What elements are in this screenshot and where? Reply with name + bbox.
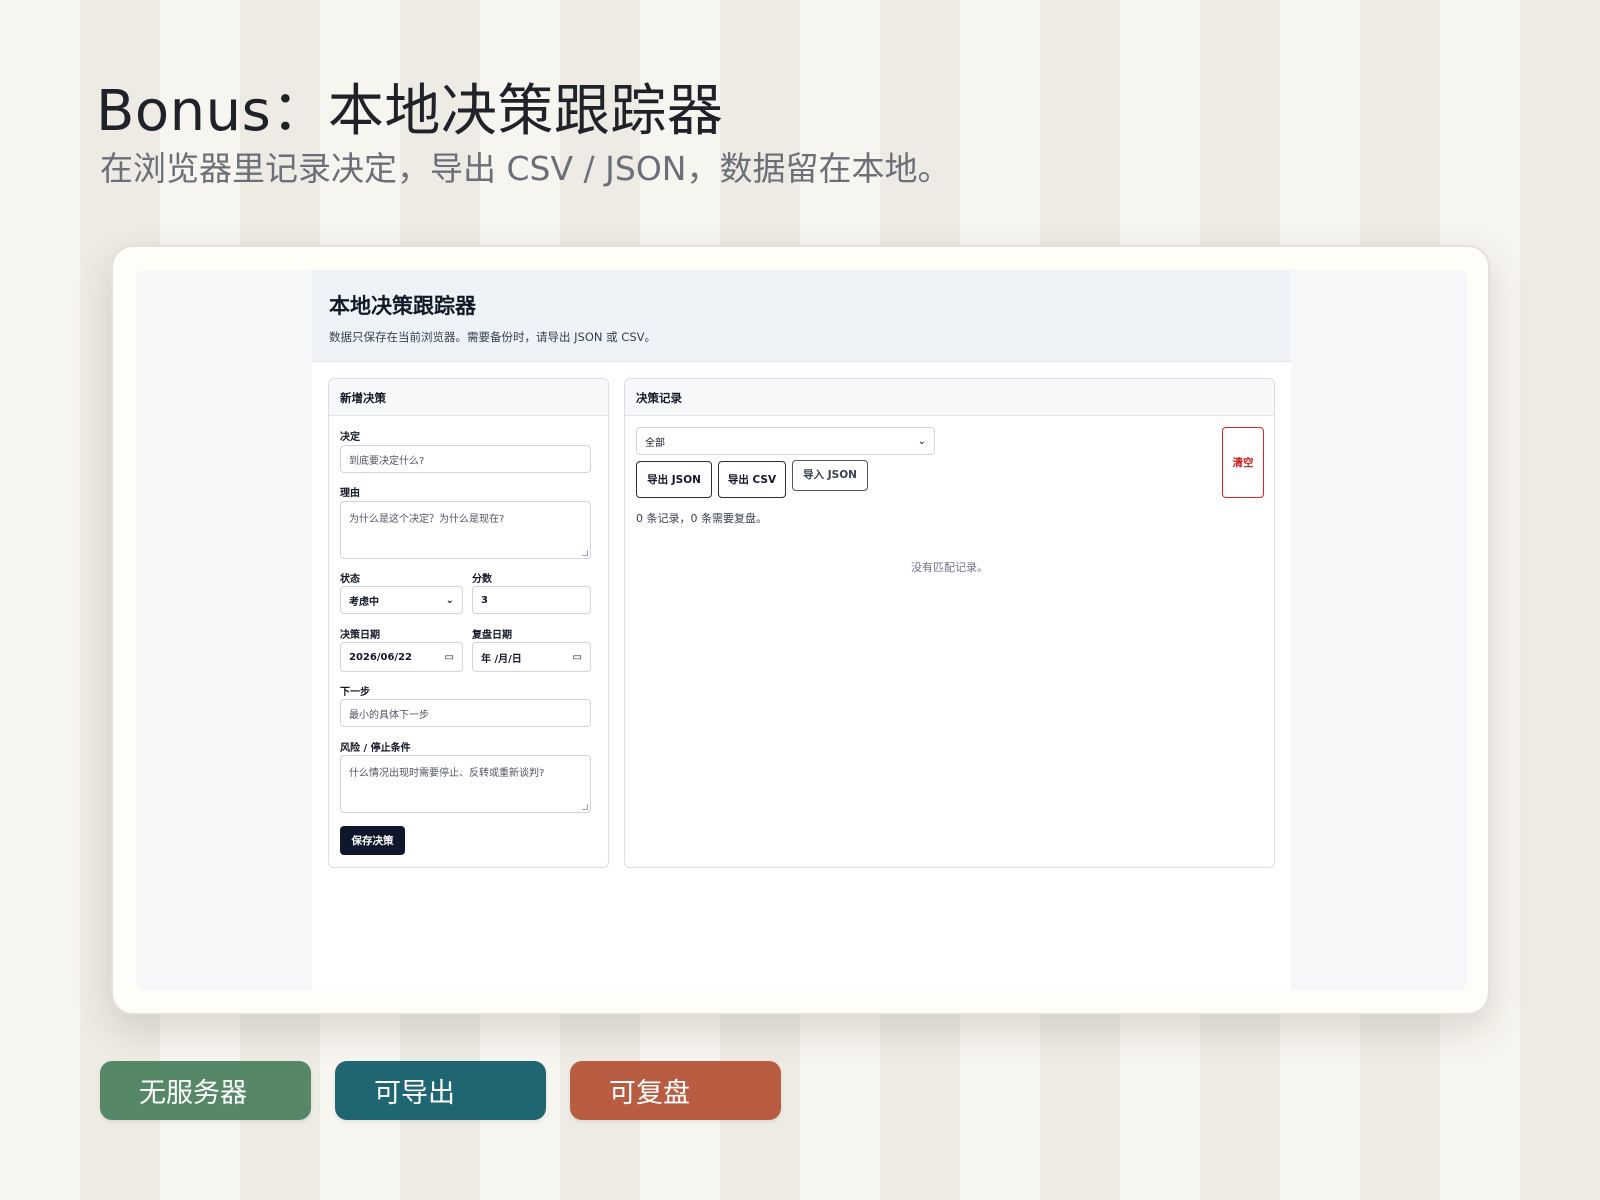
status-label: 状态 bbox=[340, 574, 360, 585]
new-decision-heading: 新增决策 bbox=[329, 379, 608, 416]
score-value: 3 bbox=[481, 594, 488, 606]
export-json-button[interactable]: 导出 JSON bbox=[636, 461, 712, 498]
review-date-value: 年 /月/日 bbox=[481, 653, 522, 665]
next-step-input[interactable]: 最小的具体下一步 bbox=[340, 699, 591, 727]
score-label: 分数 bbox=[472, 574, 492, 585]
chevron-down-icon: ⌄ bbox=[917, 435, 926, 447]
app-header: 本地决策跟踪器 数据只保存在当前浏览器。需要备份时，请导出 JSON 或 CSV… bbox=[312, 270, 1291, 362]
calendar-icon[interactable]: ▭ bbox=[445, 652, 454, 663]
clear-button[interactable]: 清空 bbox=[1222, 427, 1264, 498]
tag-reviewable: 可复盘 bbox=[570, 1061, 781, 1120]
risk-label: 风险 / 停止条件 bbox=[340, 743, 411, 754]
decision-date-label: 决策日期 bbox=[340, 630, 380, 641]
decision-tracker-app: 本地决策跟踪器 数据只保存在当前浏览器。需要备份时，请导出 JSON 或 CSV… bbox=[312, 270, 1291, 990]
resize-handle-icon[interactable] bbox=[582, 804, 588, 810]
reason-label: 理由 bbox=[340, 488, 360, 499]
export-csv-button[interactable]: 导出 CSV bbox=[718, 461, 786, 498]
screenshot-frame: 本地决策跟踪器 数据只保存在当前浏览器。需要备份时，请导出 JSON 或 CSV… bbox=[111, 245, 1490, 1015]
empty-state: 没有匹配记录。 bbox=[911, 561, 988, 574]
score-input[interactable]: 3 bbox=[472, 586, 591, 614]
next-step-placeholder: 最小的具体下一步 bbox=[349, 709, 429, 721]
tag-serverless: 无服务器 bbox=[100, 1061, 311, 1120]
risk-placeholder: 什么情况出现时需要停止、反转或重新谈判? bbox=[349, 768, 545, 779]
app-description: 数据只保存在当前浏览器。需要备份时，请导出 JSON 或 CSV。 bbox=[329, 330, 657, 344]
decision-label: 决定 bbox=[340, 432, 360, 443]
slide-title: Bonus：本地决策跟踪器 bbox=[96, 79, 724, 144]
risk-textarea[interactable]: 什么情况出现时需要停止、反转或重新谈判? bbox=[340, 755, 591, 813]
save-decision-button[interactable]: 保存决策 bbox=[340, 826, 405, 855]
decision-date-input[interactable]: 2026/06/22 ▭ bbox=[340, 642, 463, 672]
new-decision-card: 新增决策 决定 到底要决定什么? 理由 为什么是这个决定？为什么是现在? 状态 … bbox=[328, 378, 609, 868]
decision-records-card: 决策记录 全部 ⌄ 导出 JSON 导出 CSV 导入 JSON 清空 0 条记… bbox=[624, 378, 1275, 868]
import-json-button[interactable]: 导入 JSON bbox=[792, 460, 868, 491]
status-select[interactable]: 考虑中 ⌄ bbox=[340, 586, 463, 614]
browser-viewport: 本地决策跟踪器 数据只保存在当前浏览器。需要备份时，请导出 JSON 或 CSV… bbox=[136, 270, 1467, 990]
slide-subtitle: 在浏览器里记录决定，导出 CSV / JSON，数据留在本地。 bbox=[100, 149, 951, 188]
decision-placeholder: 到底要决定什么? bbox=[349, 455, 425, 467]
filter-value: 全部 bbox=[645, 437, 665, 449]
reason-placeholder: 为什么是这个决定？为什么是现在? bbox=[349, 514, 505, 525]
decision-input[interactable]: 到底要决定什么? bbox=[340, 445, 591, 473]
chevron-down-icon: ⌄ bbox=[445, 594, 454, 606]
calendar-icon[interactable]: ▭ bbox=[573, 652, 582, 663]
decision-records-heading: 决策记录 bbox=[625, 379, 1274, 416]
review-date-label: 复盘日期 bbox=[472, 630, 512, 641]
status-value: 考虑中 bbox=[349, 596, 379, 608]
filter-select[interactable]: 全部 ⌄ bbox=[636, 427, 935, 455]
tag-exportable: 可导出 bbox=[335, 1061, 546, 1120]
record-count: 0 条记录，0 条需要复盘。 bbox=[636, 512, 767, 525]
reason-textarea[interactable]: 为什么是这个决定？为什么是现在? bbox=[340, 501, 591, 559]
resize-handle-icon[interactable] bbox=[582, 550, 588, 556]
next-step-label: 下一步 bbox=[340, 687, 370, 698]
decision-date-value: 2026/06/22 bbox=[349, 651, 412, 663]
review-date-input[interactable]: 年 /月/日 ▭ bbox=[472, 642, 591, 672]
app-title: 本地决策跟踪器 bbox=[329, 294, 476, 318]
